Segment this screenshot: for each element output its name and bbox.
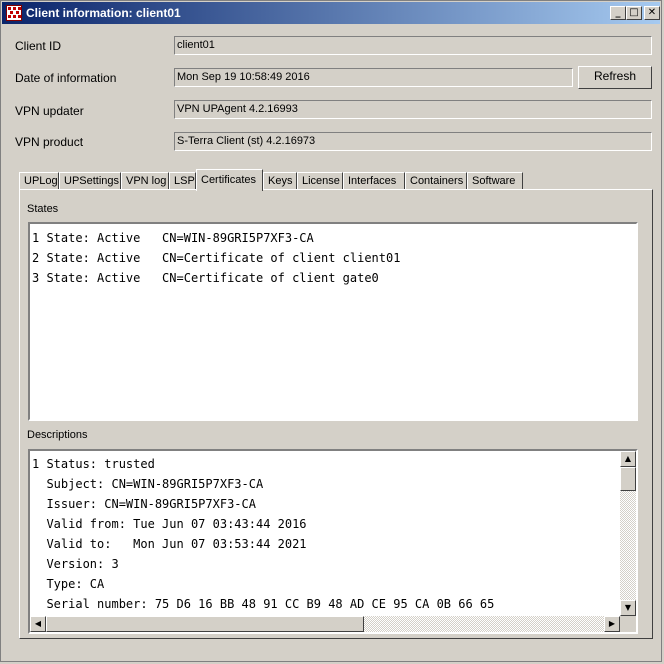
tab-license[interactable]: License <box>297 172 343 190</box>
tab-containers[interactable]: Containers <box>405 172 467 190</box>
tab-certificates[interactable]: Certificates <box>196 169 263 191</box>
date-field[interactable]: Mon Sep 19 10:58:49 2016 <box>174 68 573 87</box>
window-title: Client information: client01 <box>26 6 181 20</box>
minimize-button[interactable]: _ <box>610 6 626 20</box>
scroll-up-button[interactable]: ▲ <box>620 451 636 467</box>
states-line: 2 State: Active CN=Certificate of client… <box>32 251 401 265</box>
refresh-button[interactable]: Refresh <box>578 66 652 89</box>
scroll-right-button[interactable]: ▶ <box>604 616 620 632</box>
tab-upsettings[interactable]: UPSettings <box>59 172 121 190</box>
states-line: 1 State: Active CN=WIN-89GRI5P7XF3-CA <box>32 231 314 245</box>
close-button[interactable]: ✕ <box>644 6 660 20</box>
tab-keys[interactable]: Keys <box>263 172 297 190</box>
states-label: States <box>27 203 59 215</box>
client-info-window: Client information: client01 _ □ ✕ Clien… <box>0 0 662 662</box>
scroll-corner <box>620 616 636 632</box>
descriptions-label: Descriptions <box>27 429 88 441</box>
description-line: Issuer: CN=WIN-89GRI5P7XF3-CA <box>32 497 256 511</box>
tab-vpn-log[interactable]: VPN log <box>121 172 169 190</box>
app-icon <box>6 5 22 21</box>
date-label: Date of information <box>15 71 117 85</box>
description-line: 1 Status: trusted <box>32 457 155 471</box>
tab-uplog[interactable]: UPLog <box>19 172 59 190</box>
tab-software[interactable]: Software <box>467 172 523 190</box>
description-line: Valid from: Tue Jun 07 03:43:44 2016 <box>32 517 307 531</box>
states-textbox[interactable]: 1 State: Active CN=WIN-89GRI5P7XF3-CA 2 … <box>28 222 638 421</box>
horizontal-scroll-thumb[interactable] <box>46 616 364 632</box>
description-line: Type: CA <box>32 577 105 591</box>
states-line: 3 State: Active CN=Certificate of client… <box>32 271 379 285</box>
client-id-field[interactable]: client01 <box>174 36 652 55</box>
descriptions-textbox[interactable]: 1 Status: trusted Subject: CN=WIN-89GRI5… <box>28 449 638 634</box>
maximize-button[interactable]: □ <box>626 6 642 20</box>
description-line: Valid to: Mon Jun 07 03:53:44 2021 <box>32 537 307 551</box>
scroll-down-button[interactable]: ▼ <box>620 600 636 616</box>
description-line: Subject: CN=WIN-89GRI5P7XF3-CA <box>32 477 264 491</box>
vertical-scroll-thumb[interactable] <box>620 467 636 491</box>
client-id-label: Client ID <box>15 39 62 53</box>
scroll-left-button[interactable]: ◀ <box>30 616 46 632</box>
vertical-scrollbar[interactable]: ▲ ▼ <box>620 451 636 616</box>
tab-lsp[interactable]: LSP <box>169 172 196 190</box>
description-line: Serial number: 75 D6 16 BB 48 91 CC B9 4… <box>32 597 495 611</box>
vpn-updater-label: VPN updater <box>15 104 84 118</box>
horizontal-scrollbar[interactable]: ◀ ▶ <box>30 616 620 632</box>
description-line: Version: 3 <box>32 557 119 571</box>
vpn-product-field[interactable]: S-Terra Client (st) 4.2.16973 <box>174 132 652 151</box>
vpn-updater-field[interactable]: VPN UPAgent 4.2.16993 <box>174 100 652 119</box>
vpn-product-label: VPN product <box>15 135 84 149</box>
title-bar[interactable]: Client information: client01 _ □ ✕ <box>2 2 660 24</box>
tab-interfaces[interactable]: Interfaces <box>343 172 405 190</box>
